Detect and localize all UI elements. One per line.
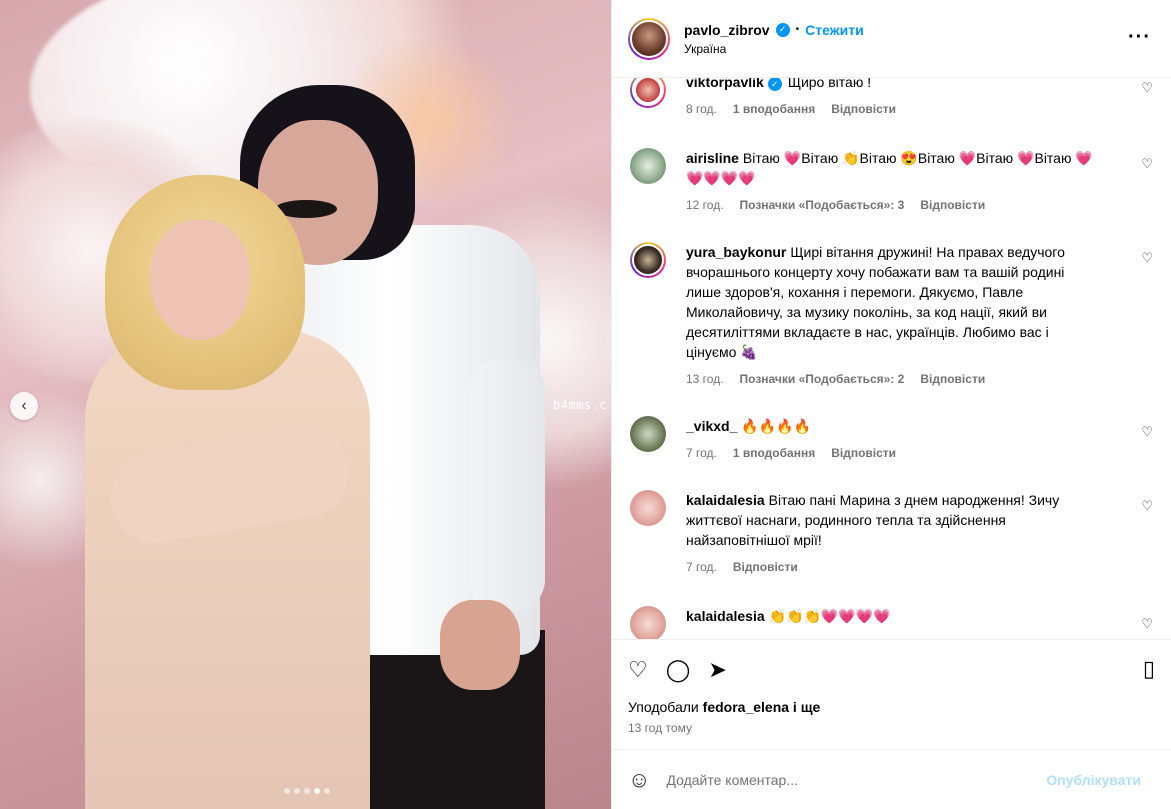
comment-text: Щирі вітання дружині! На правах ведучого… bbox=[686, 244, 1065, 360]
comment-icon[interactable]: ◯ bbox=[666, 657, 691, 683]
comment-username[interactable]: kalaidalesia bbox=[686, 608, 765, 624]
heart-icon[interactable]: ♡ bbox=[628, 657, 648, 683]
carousel-dot bbox=[284, 788, 290, 794]
watermark-text: b4mms.c bbox=[553, 398, 608, 412]
man-hand bbox=[440, 600, 520, 690]
post-modal: ‹ b4mms.c pavlo_zibrov ✓ • Стежити Украї… bbox=[0, 0, 1171, 809]
comment-text: 👏👏👏💗💗💗💗 bbox=[768, 608, 891, 624]
post-panel: pavlo_zibrov ✓ • Стежити Україна ··· vik… bbox=[611, 0, 1171, 809]
chevron-left-icon: ‹ bbox=[21, 397, 27, 414]
post-author-username[interactable]: pavlo_zibrov bbox=[684, 22, 770, 38]
heart-icon[interactable]: ♡ bbox=[1141, 498, 1153, 514]
comment-item: yura_baykonur Щирі вітання дружині! На пр… bbox=[630, 242, 1155, 386]
comment-item: kalaidalesia 👏👏👏💗💗💗💗 ♡ bbox=[630, 606, 1155, 639]
woman-face bbox=[150, 220, 250, 340]
comment-item: airisline Вітаю 💗Вітаю 👏Вітаю 😍Вітаю 💗Віт… bbox=[630, 148, 1155, 212]
carousel-dot bbox=[324, 788, 330, 794]
comment-likes-count[interactable]: 1 вподобання bbox=[733, 446, 815, 460]
separator-dot: • bbox=[795, 24, 800, 35]
avatar[interactable] bbox=[630, 242, 666, 278]
comment-username[interactable]: _vikxd_ bbox=[686, 418, 737, 434]
post-time[interactable]: 13 год тому bbox=[612, 721, 1171, 749]
comment-text: Вітаю 💗Вітаю 👏Вітаю 😍Вітаю 💗Вітаю 💗Вітаю… bbox=[686, 150, 1093, 186]
heart-icon[interactable]: ♡ bbox=[1141, 424, 1153, 440]
comment-time[interactable]: 13 год. bbox=[686, 372, 724, 386]
comment-item: viktorpavlik ✓ Щиро вітаю ! 8 год. 1 вподоб… bbox=[630, 78, 1155, 116]
comment-username[interactable]: kalaidalesia bbox=[686, 492, 765, 508]
reply-button[interactable]: Відповісти bbox=[920, 198, 985, 212]
emoji-icon[interactable]: ☺ bbox=[628, 767, 650, 793]
avatar[interactable] bbox=[628, 17, 670, 60]
heart-icon[interactable]: ♡ bbox=[1141, 80, 1153, 96]
heart-icon[interactable]: ♡ bbox=[1141, 250, 1153, 266]
woman-dress bbox=[85, 330, 370, 809]
comment-item: kalaidalesia Вітаю пані Марина з днем нар… bbox=[630, 490, 1155, 574]
avatar[interactable] bbox=[630, 490, 666, 526]
carousel-dot bbox=[304, 788, 310, 794]
likes-prefix: Уподобали bbox=[628, 699, 699, 715]
comment-username[interactable]: yura_baykonur bbox=[686, 244, 786, 260]
post-comment-button[interactable]: Опублікувати bbox=[1046, 772, 1141, 788]
verified-badge-icon: ✓ bbox=[767, 78, 782, 91]
comment-likes-count[interactable]: Позначки «Подобається»: 3 bbox=[740, 198, 905, 212]
comment-item: _vikxd_ 🔥🔥🔥🔥 7 год. 1 вподобання Відповісти… bbox=[630, 416, 1155, 460]
reply-button[interactable]: Відповісти bbox=[831, 102, 896, 116]
carousel-dot-active bbox=[314, 788, 320, 794]
likes-others-link[interactable]: і ще bbox=[793, 699, 820, 715]
avatar[interactable] bbox=[630, 78, 666, 108]
comment-time[interactable]: 7 год. bbox=[686, 446, 717, 460]
reply-button[interactable]: Відповісти bbox=[920, 372, 985, 386]
reply-button[interactable]: Відповісти bbox=[733, 560, 798, 574]
carousel-dot bbox=[294, 788, 300, 794]
avatar[interactable] bbox=[630, 148, 666, 184]
comment-text: Щиро вітаю ! bbox=[787, 78, 872, 90]
man-arm bbox=[470, 360, 545, 610]
add-comment-bar: ☺ Опублікувати bbox=[612, 749, 1171, 809]
comments-list[interactable]: viktorpavlik ✓ Щиро вітаю ! 8 год. 1 вподоб… bbox=[612, 78, 1171, 639]
post-photo[interactable]: ‹ b4mms.c bbox=[0, 0, 611, 809]
liked-by-username[interactable]: fedora_elena bbox=[703, 699, 789, 715]
comment-likes-count[interactable]: 1 вподобання bbox=[733, 102, 815, 116]
verified-badge-icon: ✓ bbox=[775, 22, 790, 37]
heart-icon[interactable]: ♡ bbox=[1141, 616, 1153, 632]
reply-button[interactable]: Відповісти bbox=[831, 446, 896, 460]
follow-button[interactable]: Стежити bbox=[805, 22, 864, 38]
comment-username[interactable]: viktorpavlik bbox=[686, 78, 764, 90]
heart-icon[interactable]: ♡ bbox=[1141, 156, 1153, 172]
bookmark-icon[interactable]: ▯ bbox=[1143, 656, 1155, 682]
carousel-prev-button[interactable]: ‹ bbox=[10, 392, 38, 420]
post-actions-bar: ♡ ◯ ➤ ▯ bbox=[612, 639, 1171, 699]
send-icon[interactable]: ➤ bbox=[708, 657, 726, 683]
carousel-dots bbox=[284, 788, 330, 794]
comment-input[interactable] bbox=[666, 771, 1047, 788]
post-location[interactable]: Україна bbox=[684, 42, 864, 56]
comment-time[interactable]: 7 год. bbox=[686, 560, 717, 574]
likes-summary: Уподобали fedora_elena і ще bbox=[612, 699, 1171, 721]
more-horizontal-icon[interactable]: ··· bbox=[1128, 26, 1151, 49]
avatar[interactable] bbox=[630, 606, 666, 639]
comment-text: 🔥🔥🔥🔥 bbox=[741, 418, 812, 434]
comment-likes-count[interactable]: Позначки «Подобається»: 2 bbox=[740, 372, 905, 386]
post-header: pavlo_zibrov ✓ • Стежити Україна ··· bbox=[612, 0, 1171, 78]
avatar[interactable] bbox=[630, 416, 666, 452]
comment-username[interactable]: airisline bbox=[686, 150, 739, 166]
comment-time[interactable]: 8 год. bbox=[686, 102, 717, 116]
comment-time[interactable]: 12 год. bbox=[686, 198, 724, 212]
